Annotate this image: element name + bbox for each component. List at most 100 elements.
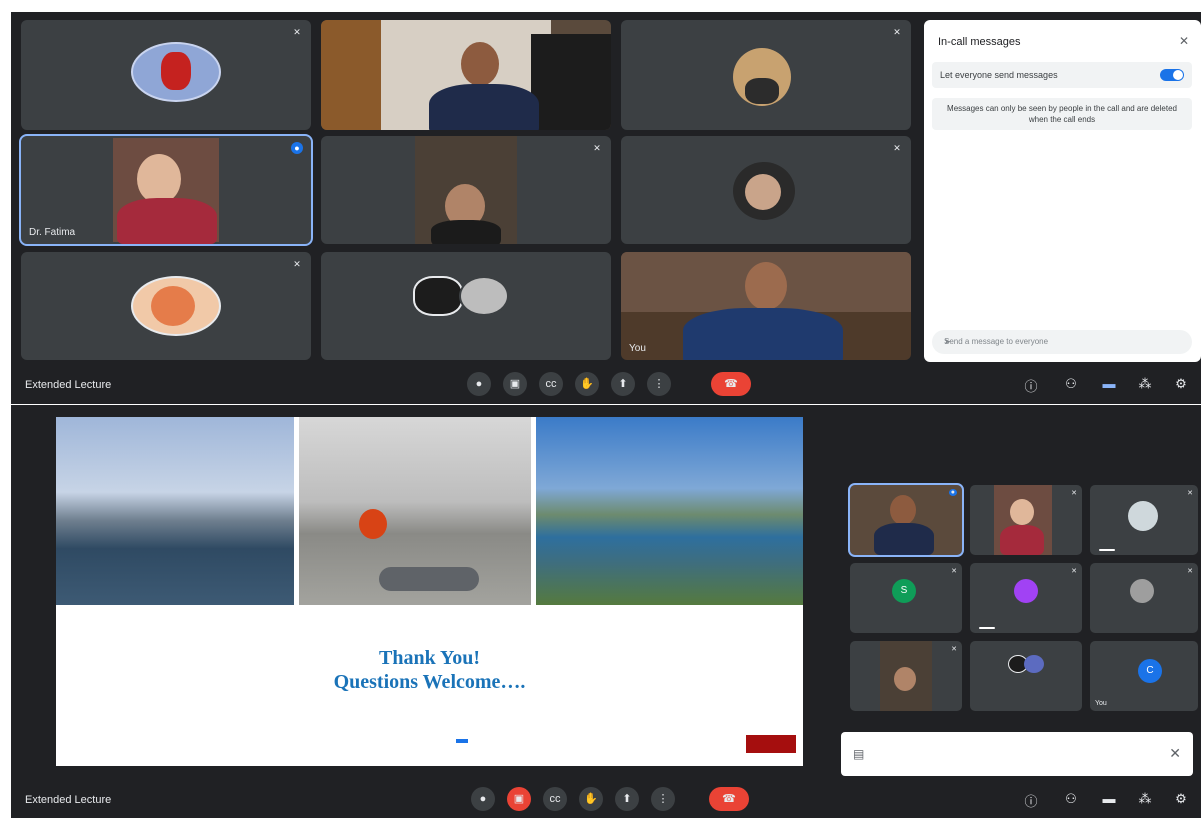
mic-off-icon: ✕ bbox=[1071, 568, 1077, 575]
presentation-slide: Thank You! Questions Welcome…. bbox=[56, 417, 803, 766]
participant-chip bbox=[979, 627, 995, 629]
slide-photo-detail bbox=[379, 567, 479, 591]
participant-tile[interactable]: ✕ bbox=[850, 641, 962, 711]
participant-name: You bbox=[1095, 700, 1107, 707]
person-head bbox=[461, 42, 499, 86]
raise-hand-button[interactable]: ✋ bbox=[575, 372, 599, 396]
people-icon[interactable]: ⚇ bbox=[1063, 791, 1079, 807]
slide-red-box bbox=[746, 735, 796, 753]
participant-tile-self[interactable]: You bbox=[621, 252, 911, 360]
participant-tile-others[interactable] bbox=[970, 641, 1082, 711]
person-body bbox=[429, 84, 539, 130]
raise-hand-button[interactable]: ✋ bbox=[579, 787, 603, 811]
message-input[interactable]: Send a message to everyone ➤ bbox=[932, 330, 1192, 354]
participant-tile-self[interactable]: C You bbox=[1090, 641, 1198, 711]
mic-off-icon: ✕ bbox=[1187, 568, 1193, 575]
participant-name: You bbox=[629, 343, 646, 354]
more-options-button[interactable]: ⋮ bbox=[651, 787, 675, 811]
mic-button[interactable]: ● bbox=[467, 372, 491, 396]
participant-avatar: S bbox=[892, 579, 916, 603]
participant-tile[interactable]: ✕ bbox=[21, 20, 311, 130]
participant-tile[interactable]: ✕ bbox=[21, 252, 311, 360]
send-icon[interactable]: ➤ bbox=[944, 337, 1182, 346]
camera-button[interactable]: ▣ bbox=[503, 372, 527, 396]
host-controls-icon[interactable]: ⚙ bbox=[1173, 376, 1189, 392]
person-body bbox=[1000, 525, 1044, 555]
more-options-button[interactable]: ⋮ bbox=[647, 372, 671, 396]
participant-avatar bbox=[413, 276, 463, 316]
mic-off-icon: ✕ bbox=[951, 646, 957, 653]
mic-off-icon: ✕ bbox=[1071, 490, 1077, 497]
meeting-info: Extended Lecture bbox=[25, 379, 111, 391]
participant-tile[interactable]: ✕ bbox=[1090, 563, 1198, 633]
captions-button[interactable]: cc bbox=[539, 372, 563, 396]
video-feed bbox=[321, 20, 381, 130]
captions-button[interactable]: cc bbox=[543, 787, 567, 811]
participant-avatar bbox=[1014, 579, 1038, 603]
info-icon[interactable]: ⓘ bbox=[1023, 791, 1039, 810]
document-icon: ▤ bbox=[853, 747, 865, 761]
in-call-messages-panel: In-call messages ✕ Let everyone send mes… bbox=[924, 20, 1201, 362]
participant-avatar bbox=[1128, 501, 1158, 531]
leave-call-button[interactable]: ☎ bbox=[711, 372, 751, 396]
people-icon[interactable]: ⚇ bbox=[1063, 376, 1079, 392]
host-controls-icon[interactable]: ⚙ bbox=[1173, 791, 1189, 807]
participant-avatar bbox=[745, 174, 781, 210]
chat-icon[interactable]: ▬ bbox=[1101, 376, 1117, 391]
slide-photo bbox=[299, 417, 531, 605]
person-body bbox=[683, 308, 843, 360]
participant-tile[interactable] bbox=[321, 20, 611, 130]
person-head bbox=[890, 495, 916, 525]
participant-avatar bbox=[1130, 579, 1154, 603]
stop-sharing-button[interactable] bbox=[456, 739, 468, 743]
present-button[interactable]: ⬆ bbox=[615, 787, 639, 811]
leave-call-button[interactable]: ☎ bbox=[709, 787, 749, 811]
participant-tile[interactable]: ✕ bbox=[621, 136, 911, 244]
slide-heading: Thank You! bbox=[379, 647, 480, 669]
participant-avatar bbox=[1024, 655, 1044, 673]
activities-icon[interactable]: ⁂ bbox=[1137, 376, 1153, 392]
mic-off-icon: ✕ bbox=[293, 27, 301, 37]
participant-avatar bbox=[745, 78, 779, 104]
participant-tile[interactable]: ✕ bbox=[1090, 485, 1198, 555]
participant-tile[interactable]: ✕ bbox=[321, 136, 611, 244]
control-bar: Extended Lecture ● ▣ cc ✋ ⬆ ⋮ ☎ ⓘ ⚇ ▬ ⁂ … bbox=[11, 783, 1201, 817]
notification-toast: ▤ ✕ bbox=[841, 732, 1193, 776]
chat-icon[interactable]: ▬ bbox=[1101, 791, 1117, 806]
mic-off-icon: ✕ bbox=[893, 27, 901, 37]
person-head bbox=[137, 154, 181, 204]
participant-tile[interactable]: ✕ bbox=[621, 20, 911, 130]
participant-tile-others[interactable] bbox=[321, 252, 611, 360]
mic-off-icon: ✕ bbox=[593, 143, 601, 153]
toggle-row: Let everyone send messages bbox=[932, 62, 1192, 88]
meeting-info: Extended Lecture bbox=[25, 794, 111, 806]
participant-tile[interactable]: S ✕ bbox=[850, 563, 962, 633]
panel-notice: Messages can only be seen by people in t… bbox=[932, 98, 1192, 130]
mic-off-icon: ✕ bbox=[1187, 490, 1193, 497]
video-feed bbox=[531, 34, 611, 130]
participant-tile[interactable]: ✕ bbox=[970, 485, 1082, 555]
participant-avatar bbox=[459, 276, 509, 316]
close-icon[interactable]: ✕ bbox=[1179, 34, 1189, 48]
close-icon[interactable]: ✕ bbox=[1169, 745, 1181, 762]
mic-off-icon: ✕ bbox=[293, 259, 301, 269]
activities-icon[interactable]: ⁂ bbox=[1137, 791, 1153, 807]
present-button[interactable]: ⬆ bbox=[611, 372, 635, 396]
participant-tile-speaking[interactable]: ● bbox=[848, 483, 964, 557]
person-body bbox=[117, 198, 217, 244]
participant-avatar: C bbox=[1138, 659, 1162, 683]
slide-photo-detail bbox=[359, 509, 387, 539]
mic-button[interactable]: ● bbox=[471, 787, 495, 811]
person-head bbox=[1010, 499, 1034, 525]
speaking-indicator-icon: ● bbox=[948, 489, 957, 496]
participant-avatar bbox=[151, 286, 195, 326]
participant-tile[interactable]: ✕ bbox=[970, 563, 1082, 633]
person-head bbox=[745, 262, 787, 310]
slide-photo bbox=[536, 417, 803, 605]
top-meeting-frame: ✕ ✕ ● Dr. Fatima ✕ ✕ ✕ You In-call messa… bbox=[11, 12, 1201, 404]
participant-tile-speaking[interactable]: ● Dr. Fatima bbox=[19, 134, 313, 246]
message-toggle[interactable] bbox=[1160, 69, 1184, 81]
mic-off-icon: ✕ bbox=[951, 568, 957, 575]
info-icon[interactable]: ⓘ bbox=[1023, 376, 1039, 395]
camera-off-button[interactable]: ▣ bbox=[507, 787, 531, 811]
